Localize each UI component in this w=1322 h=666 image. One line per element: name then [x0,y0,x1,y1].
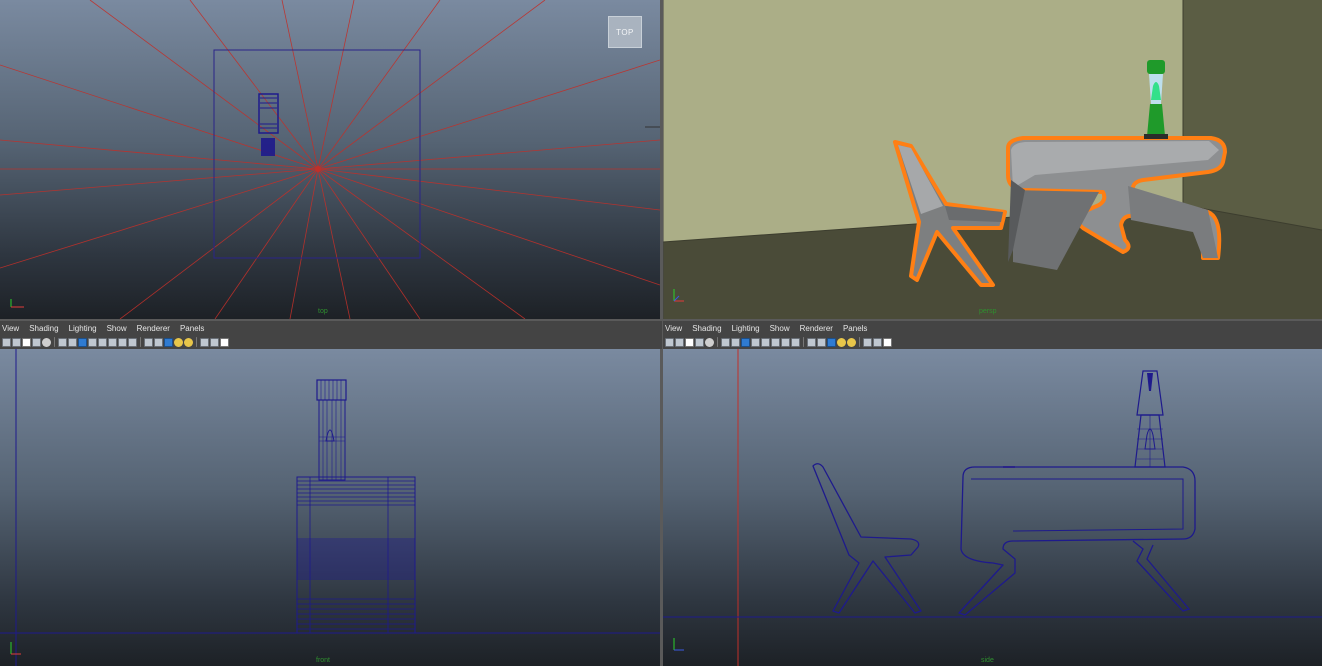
smooth-shade-icon[interactable] [118,337,127,347]
textured-icon[interactable] [791,337,800,347]
wireframe-icon[interactable] [108,337,117,347]
persp-scene [663,0,1322,319]
camera-name-label: front [316,657,331,664]
wireframe-icon[interactable] [771,337,780,347]
smooth-shade-icon[interactable] [781,337,790,347]
isolate-icon[interactable] [827,337,836,347]
toolbar-separator [803,337,804,347]
film-gate-icon[interactable] [705,337,714,347]
lights-icon[interactable] [144,337,153,347]
menu-show[interactable]: Show [107,324,127,333]
camera-name-label: persp [979,308,997,315]
camera-name-label: side [981,657,994,664]
textured-icon[interactable] [128,337,137,347]
viewport-persp[interactable]: persp [663,0,1322,319]
safe-action-icon[interactable] [741,337,750,347]
bookmark-icon[interactable] [685,337,694,347]
toolbar-separator [140,337,141,347]
menu-lighting[interactable]: Lighting [69,324,97,333]
panel-menubar-front: View Shading Lighting Show Renderer Pane… [0,321,662,335]
camera-icon[interactable] [665,337,674,347]
field-chart-icon[interactable] [751,337,760,347]
safe-title-icon[interactable] [98,337,107,347]
menu-shading[interactable]: Shading [692,324,721,333]
bookmark-icon[interactable] [22,337,31,347]
menu-lighting[interactable]: Lighting [732,324,760,333]
all-lights-icon[interactable] [184,337,193,347]
safe-action-icon[interactable] [78,337,87,347]
front-view-scene [0,349,660,666]
menu-show[interactable]: Show [770,324,790,333]
menu-renderer[interactable]: Renderer [137,324,170,333]
grid-icon[interactable] [58,337,67,347]
image-plane-icon[interactable] [32,337,41,347]
resolution-gate-icon[interactable] [68,337,77,347]
top-view-scene [0,0,660,319]
camera-name-label: top [318,308,328,315]
default-light-icon[interactable] [837,337,846,347]
axis-gizmo-icon [669,286,689,306]
grid-icon[interactable] [721,337,730,347]
panel-toolbar-front [0,335,662,349]
viewport-side[interactable]: side [663,349,1322,666]
camera-attr-icon[interactable] [12,337,21,347]
menu-panels[interactable]: Panels [180,324,204,333]
isolate-select-icon[interactable] [863,337,872,347]
toolbar-separator [54,337,55,347]
menu-view[interactable]: View [665,324,682,333]
toolbar-separator [196,337,197,347]
all-lights-icon[interactable] [847,337,856,347]
highlight-icon[interactable] [210,337,219,347]
menu-shading[interactable]: Shading [29,324,58,333]
lights-icon[interactable] [807,337,816,347]
shadows-icon[interactable] [154,337,163,347]
menu-renderer[interactable]: Renderer [800,324,833,333]
menu-panels[interactable]: Panels [843,324,867,333]
view-cube[interactable]: TOP [608,16,642,48]
film-gate-icon[interactable] [42,337,51,347]
panel-layout-icon[interactable] [220,337,229,347]
side-view-scene [663,349,1322,666]
panel-toolbar-side [663,335,1322,349]
safe-title-icon[interactable] [761,337,770,347]
isolate-icon[interactable] [164,337,173,347]
default-light-icon[interactable] [174,337,183,347]
viewport-front[interactable]: front [0,349,660,666]
highlight-icon[interactable] [873,337,882,347]
toolbar-separator [717,337,718,347]
toolbar-separator [859,337,860,347]
field-chart-icon[interactable] [88,337,97,347]
shadows-icon[interactable] [817,337,826,347]
isolate-select-icon[interactable] [200,337,209,347]
menu-view[interactable]: View [2,324,19,333]
resolution-gate-icon[interactable] [731,337,740,347]
axis-gizmo-icon [8,296,28,312]
axis-gizmo-icon [6,639,26,659]
axis-gizmo-icon [669,635,689,655]
viewport-top[interactable]: TOP top [0,0,660,319]
panel-layout-icon[interactable] [883,337,892,347]
camera-icon[interactable] [2,337,11,347]
camera-attr-icon[interactable] [675,337,684,347]
image-plane-icon[interactable] [695,337,704,347]
panel-menubar-side: View Shading Lighting Show Renderer Pane… [663,321,1322,335]
